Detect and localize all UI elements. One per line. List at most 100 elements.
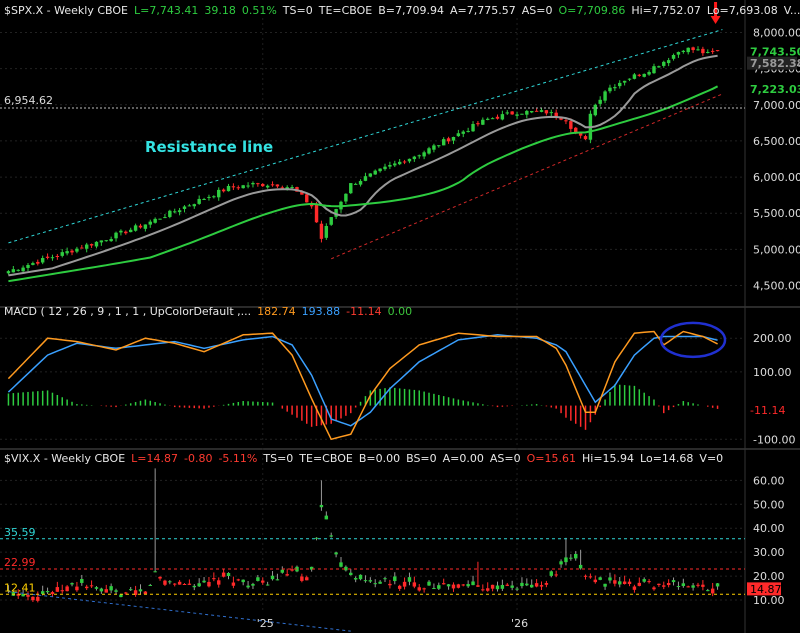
price-candle: [569, 121, 573, 129]
vix-candle: [583, 575, 588, 577]
macd-panel[interactable]: [7, 321, 727, 441]
vix-candle: [212, 578, 216, 580]
vix-candle: [363, 580, 368, 582]
price-y-tick-label: 6,500.00: [753, 135, 800, 148]
price-y-tick-label: 5,000.00: [753, 243, 800, 256]
vix-candle: [574, 553, 578, 559]
price-candle: [441, 139, 446, 146]
vix-te: TE=CBOE: [299, 452, 353, 465]
vix-candle: [119, 594, 123, 598]
vix-open: O=15.61: [526, 452, 576, 465]
price-candle: [290, 187, 294, 189]
macd-label: MACD ( 12 , 26 , 9 , 1 , 1 , UpColorDefa…: [4, 305, 252, 318]
vix-candle: [329, 535, 333, 537]
vix-candle: [138, 589, 143, 592]
price-candle: [197, 198, 201, 204]
price-candle: [495, 116, 500, 119]
vix-candle: [666, 583, 671, 586]
vix-candle: [706, 590, 710, 592]
x-tick-label: '25: [257, 617, 274, 630]
vix-candle: [525, 583, 529, 586]
vix-candle: [353, 578, 358, 580]
vix-y-tick-label: 60.00: [753, 474, 785, 487]
price-panel[interactable]: 6,954.62: [0, 2, 745, 283]
price-candle: [241, 185, 245, 189]
price-candle: [437, 145, 441, 147]
price-candle: [691, 47, 695, 51]
vix-ask: A=0.00: [442, 452, 484, 465]
vix-candle: [275, 579, 280, 581]
vix-candle: [397, 585, 402, 589]
vix-candle: [657, 583, 661, 586]
vix-candle: [187, 583, 192, 585]
price-candle: [94, 241, 99, 247]
vix-candle: [109, 586, 113, 591]
price-candle: [275, 184, 280, 187]
vix-candle: [192, 585, 196, 588]
price-candle: [598, 99, 602, 104]
vix-candle: [627, 581, 632, 585]
price-candle: [6, 271, 11, 274]
price-candle: [104, 240, 108, 242]
price-candle: [50, 257, 55, 259]
vix-candle: [236, 579, 241, 581]
vix-candle: [715, 583, 720, 587]
price-candle: [476, 123, 480, 125]
vix-y-tick-label: 50.00: [753, 498, 785, 511]
price-y-tick-label: 5,500.00: [753, 207, 800, 220]
price-resistance-trendline: [8, 29, 723, 244]
vix-candle: [427, 581, 431, 586]
price-candle: [40, 258, 45, 263]
vix-candle: [686, 586, 690, 588]
vix-candle: [466, 584, 470, 587]
vix-candle: [26, 594, 30, 597]
vix-candle: [128, 589, 133, 591]
vix-symbol: $VIX.X - Weekly CBOE: [4, 452, 126, 465]
vix-candle: [251, 583, 255, 586]
price-candle: [212, 196, 216, 198]
vix-candle: [608, 577, 612, 581]
price-candle: [393, 163, 397, 166]
price-candle: [349, 183, 353, 194]
vix-candle: [691, 585, 695, 588]
macd-header: MACD ( 12 , 26 , 9 , 1 , 1 , UpColorDefa…: [4, 305, 418, 318]
price-candle: [652, 66, 656, 74]
vix-candle: [549, 571, 553, 576]
price-candle: [358, 180, 363, 185]
price-te: TE=CBOE: [318, 4, 373, 17]
vix-candle: [31, 596, 35, 601]
vix-candle: [75, 586, 79, 591]
price-candle: [114, 232, 118, 239]
price-open: O=7,709.86: [558, 4, 626, 17]
macd-signal-line: [7, 334, 718, 427]
vix-candle: [451, 584, 456, 589]
macd-value: 182.74: [257, 305, 296, 318]
vix-high: Hi=15.94: [582, 452, 635, 465]
price-candle: [256, 183, 260, 185]
vix-candle: [534, 583, 539, 587]
price-candle: [84, 244, 89, 249]
vix-candle: [226, 573, 231, 577]
price-candle: [671, 54, 676, 59]
vix-candle: [84, 586, 89, 589]
price-candle: [466, 130, 470, 132]
vix-panel[interactable]: 35.59 22.99 12.41: [0, 468, 745, 632]
vix-candle: [569, 557, 573, 559]
price-candle: [251, 182, 255, 185]
vix-candle: [481, 589, 485, 591]
price-candle: [427, 148, 431, 154]
price-candle: [119, 230, 123, 233]
vix-candle: [70, 583, 74, 585]
vix-candle: [265, 584, 270, 586]
price-candle: [265, 185, 270, 188]
vix-candle: [495, 585, 500, 590]
vix-candle: [221, 572, 226, 577]
price-vol: V...: [783, 4, 800, 17]
macd-value-tag-label: -11.14: [750, 404, 785, 417]
price-support-trendline: [331, 93, 723, 260]
price-candle: [163, 217, 167, 219]
price-candle: [686, 47, 690, 53]
price-candle: [637, 74, 642, 76]
macd-y-tick-label: 100.00: [753, 366, 792, 379]
price-candle: [642, 73, 646, 77]
